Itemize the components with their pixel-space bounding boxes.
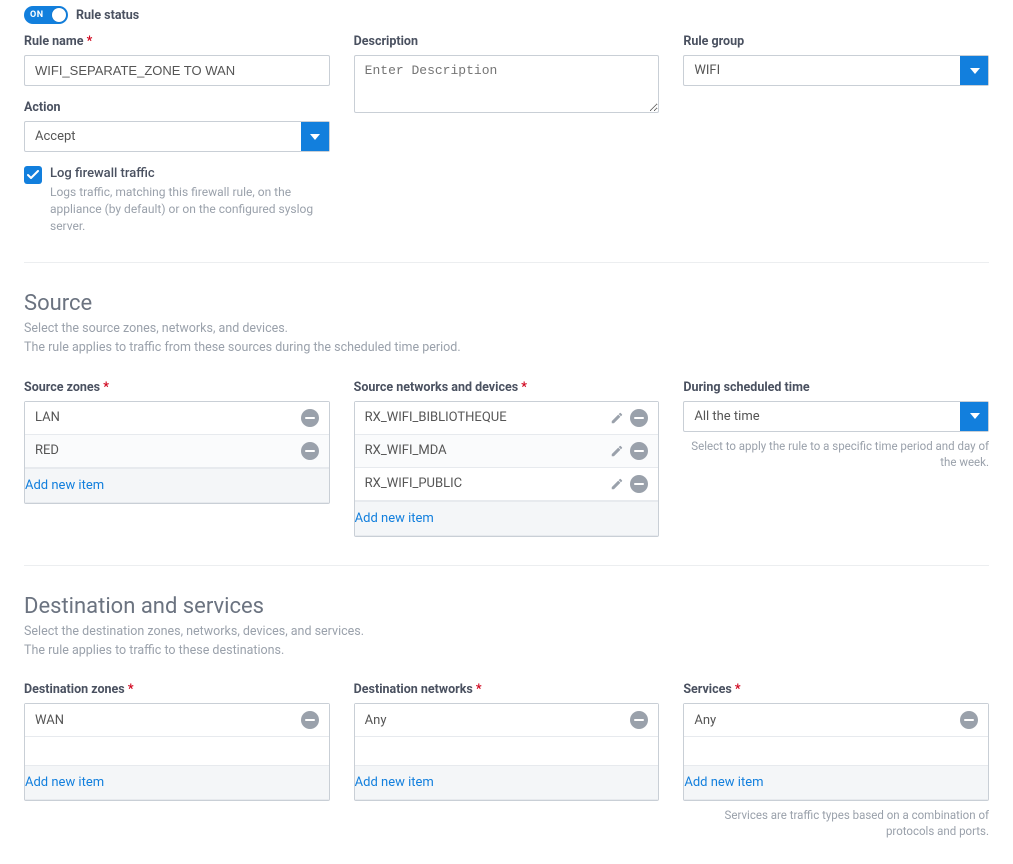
chevron-down-icon — [970, 413, 980, 419]
log-traffic-desc: Logs traffic, matching this firewall rul… — [50, 184, 330, 234]
rule-group-select[interactable]: WIFI — [683, 55, 989, 86]
minus-icon — [634, 719, 644, 721]
list-item-label: Any — [365, 713, 387, 728]
minus-icon — [305, 450, 315, 452]
schedule-label: During scheduled time — [683, 380, 989, 395]
item-remove-button[interactable] — [630, 475, 648, 493]
description-label: Description — [354, 34, 660, 49]
chevron-down-icon — [310, 134, 320, 140]
list-spacer — [684, 737, 988, 765]
add-new-item-button[interactable]: Add new item — [25, 765, 329, 800]
toggle-knob — [52, 8, 66, 22]
destination-sub2: The rule applies to traffic to these des… — [24, 642, 989, 661]
item-remove-button[interactable] — [301, 409, 319, 427]
pencil-icon[interactable] — [610, 477, 624, 491]
destination-heading: Destination and services — [24, 594, 989, 619]
add-new-item-button[interactable]: Add new item — [684, 765, 988, 800]
list-spacer — [25, 737, 329, 765]
minus-icon — [964, 719, 974, 721]
minus-icon — [305, 719, 315, 721]
list-item-label: LAN — [35, 410, 60, 425]
list-item-label: RED — [35, 443, 59, 458]
action-value: Accept — [25, 122, 301, 151]
source-section: Source Select the source zones, networks… — [24, 291, 989, 537]
add-new-item-button[interactable]: Add new item — [25, 468, 329, 503]
rule-group-value: WIFI — [684, 56, 960, 85]
list-spacer — [355, 737, 659, 765]
source-heading: Source — [24, 291, 989, 316]
source-zones-listbox: LAN RED Add new item — [24, 401, 330, 504]
add-new-item-button[interactable]: Add new item — [355, 501, 659, 536]
destination-sub1: Select the destination zones, networks, … — [24, 623, 989, 642]
add-new-item-button[interactable]: Add new item — [355, 765, 659, 800]
list-item: RED — [25, 435, 329, 468]
rule-group-caret-button[interactable] — [960, 56, 988, 85]
list-item: Any — [355, 704, 659, 737]
item-remove-button[interactable] — [630, 409, 648, 427]
services-help: Services are traffic types based on a co… — [683, 807, 989, 839]
toggle-state-text: ON — [30, 10, 44, 20]
log-traffic-checkbox[interactable] — [24, 166, 42, 184]
item-remove-button[interactable] — [630, 442, 648, 460]
minus-icon — [634, 417, 644, 419]
list-item: WAN — [25, 704, 329, 737]
rule-status-toggle[interactable]: ON — [24, 6, 68, 24]
list-item: Any — [684, 704, 988, 737]
minus-icon — [634, 450, 644, 452]
list-item-label: WAN — [35, 713, 64, 728]
pencil-icon[interactable] — [610, 444, 624, 458]
divider — [24, 565, 989, 566]
dest-networks-label: Destination networks * — [354, 682, 660, 697]
source-zones-label: Source zones * — [24, 380, 330, 395]
list-item-label: RX_WIFI_MDA — [365, 443, 447, 458]
pencil-icon[interactable] — [610, 411, 624, 425]
schedule-value: All the time — [684, 402, 960, 431]
dest-zones-label: Destination zones * — [24, 682, 330, 697]
schedule-help: Select to apply the rule to a specific t… — [683, 438, 989, 470]
list-item: RX_WIFI_PUBLIC — [355, 468, 659, 501]
divider — [24, 262, 989, 263]
list-item-label: Any — [694, 713, 716, 728]
schedule-caret-button[interactable] — [960, 402, 988, 431]
source-networks-label: Source networks and devices * — [354, 380, 660, 395]
chevron-down-icon — [970, 68, 980, 74]
list-item: RX_WIFI_BIBLIOTHEQUE — [355, 402, 659, 435]
rule-name-label: Rule name * — [24, 34, 330, 49]
action-label: Action — [24, 100, 330, 115]
list-item: LAN — [25, 402, 329, 435]
rule-status-label: Rule status — [76, 8, 139, 23]
schedule-select[interactable]: All the time — [683, 401, 989, 432]
list-item-label: RX_WIFI_BIBLIOTHEQUE — [365, 410, 507, 425]
item-remove-button[interactable] — [301, 711, 319, 729]
source-sub1: Select the source zones, networks, and d… — [24, 320, 989, 339]
list-item: RX_WIFI_MDA — [355, 435, 659, 468]
rule-name-input[interactable] — [24, 55, 330, 86]
destination-section: Destination and services Select the dest… — [24, 594, 989, 840]
action-caret-button[interactable] — [301, 122, 329, 151]
source-networks-listbox: RX_WIFI_BIBLIOTHEQUE RX_WIFI_MDA RX_WIFI_P… — [354, 401, 660, 537]
action-select[interactable]: Accept — [24, 121, 330, 152]
description-textarea[interactable] — [354, 55, 660, 113]
minus-icon — [634, 483, 644, 485]
source-sub2: The rule applies to traffic from these s… — [24, 339, 989, 358]
item-remove-button[interactable] — [301, 442, 319, 460]
minus-icon — [305, 417, 315, 419]
list-item-label: RX_WIFI_PUBLIC — [365, 476, 462, 491]
item-remove-button[interactable] — [630, 711, 648, 729]
item-remove-button[interactable] — [960, 711, 978, 729]
log-traffic-label: Log firewall traffic — [50, 166, 330, 181]
services-label: Services * — [683, 682, 989, 697]
rule-group-label: Rule group — [683, 34, 989, 49]
check-icon — [27, 170, 39, 180]
